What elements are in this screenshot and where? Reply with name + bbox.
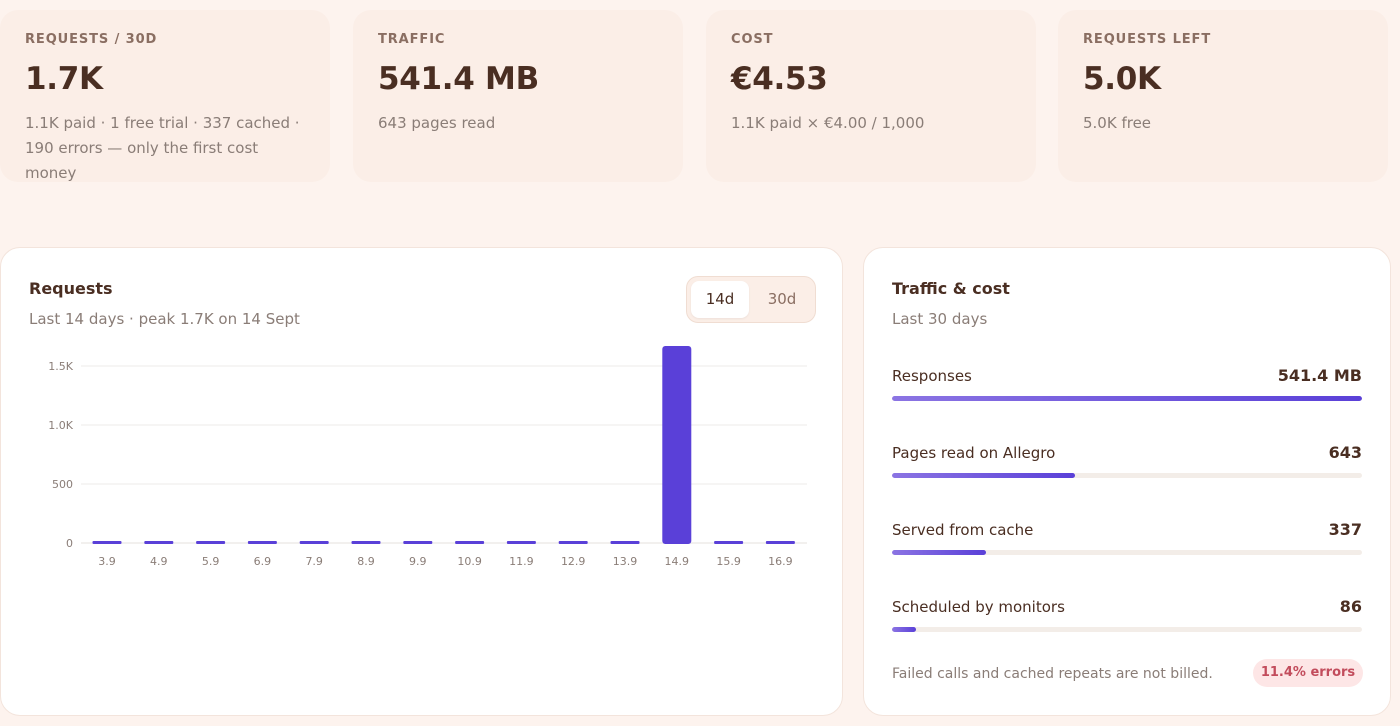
- y-tick-label: 500: [52, 478, 73, 491]
- stat-card-cost: COST €4.53 1.1K paid × €4.00 / 1,000: [706, 10, 1036, 182]
- stat-value: 1.7K: [25, 61, 103, 97]
- x-tick-label: 9.9: [409, 555, 427, 568]
- x-tick-label: 6.9: [254, 555, 272, 568]
- stat-note-line: 190 errors — only the first cost money: [25, 139, 259, 182]
- x-tick-label: 16.9: [768, 555, 793, 568]
- panel-title: Traffic & cost: [892, 279, 1010, 298]
- chart-bar: [299, 541, 329, 544]
- x-tick-label: 10.9: [457, 555, 482, 568]
- x-tick-label: 8.9: [357, 555, 375, 568]
- x-tick-label: 7.9: [305, 555, 323, 568]
- metric-bar-fill: [892, 396, 1362, 401]
- metric-label: Served from cache: [892, 521, 1034, 539]
- stat-label: TRAFFIC: [378, 32, 446, 47]
- stat-card-requests: REQUESTS / 30D 1.7K 1.1K paid · 1 free t…: [0, 10, 330, 182]
- x-tick-label: 11.9: [509, 555, 534, 568]
- error-rate-badge: 11.4% errors: [1253, 659, 1363, 687]
- metric-bar-fill: [892, 473, 1076, 478]
- metric-bar: [892, 396, 1362, 401]
- chart-bar: [714, 541, 744, 544]
- metric-value: 337: [1328, 520, 1362, 539]
- chart-bar: [506, 541, 536, 544]
- metric-pages-read: Pages read on Allegro 643: [892, 443, 1362, 504]
- metric-bar-fill: [892, 627, 916, 632]
- chart-bar: [455, 541, 485, 544]
- stat-value: €4.53: [731, 61, 828, 97]
- stat-note-line: 643 pages read: [378, 114, 496, 132]
- x-tick-label: 12.9: [561, 555, 586, 568]
- metric-bar-fill: [892, 550, 986, 555]
- y-tick-label: 1.0K: [48, 419, 73, 432]
- stat-label: COST: [731, 32, 774, 47]
- stat-note: 1.1K paid × €4.00 / 1,000: [731, 111, 1011, 136]
- chart-bar: [662, 345, 692, 544]
- metric-value: 541.4 MB: [1277, 366, 1362, 385]
- range-30d-button[interactable]: 30d: [753, 281, 811, 318]
- billing-footnote: Failed calls and cached repeats are not …: [892, 666, 1213, 682]
- stat-note-line: 5.0K free: [1083, 114, 1152, 132]
- chart-bar: [558, 541, 588, 544]
- panel-subtitle: Last 14 days · peak 1.7K on 14 Sept: [29, 310, 300, 328]
- x-tick-label: 13.9: [613, 555, 638, 568]
- x-tick-label: 3.9: [98, 555, 116, 568]
- stat-label: REQUESTS LEFT: [1083, 32, 1212, 47]
- stat-note: 5.0K free: [1083, 111, 1363, 136]
- y-tick-label: 1.5K: [48, 360, 73, 373]
- metric-responses: Responses 541.4 MB: [892, 366, 1362, 427]
- chart-bar: [196, 541, 226, 544]
- range-toggle: 14d 30d: [686, 276, 816, 323]
- panel-subtitle: Last 30 days: [892, 310, 988, 328]
- requests-panel: 0 500 1.0K 1.5K 3.9 4.9 5.9 6.9 7.9 8.9 9.9 10.9 11.…: [0, 247, 843, 716]
- chart-bar: [247, 541, 277, 544]
- y-tick-label: 0: [66, 537, 73, 550]
- traffic-cost-panel: Traffic & cost Last 30 days Responses 54…: [863, 247, 1391, 716]
- stat-card-traffic: TRAFFIC 541.4 MB 643 pages read: [353, 10, 683, 182]
- panel-title: Requests: [29, 279, 113, 298]
- stat-value: 5.0K: [1083, 61, 1161, 97]
- metric-bar: [892, 473, 1362, 478]
- range-14d-button[interactable]: 14d: [691, 281, 749, 318]
- chart-bar: [92, 541, 122, 544]
- chart-bar: [765, 541, 795, 544]
- x-tick-label: 4.9: [150, 555, 168, 568]
- metric-bar: [892, 550, 1362, 555]
- metric-label: Pages read on Allegro: [892, 444, 1056, 462]
- stat-label: REQUESTS / 30D: [25, 32, 158, 47]
- chart-bar: [144, 541, 174, 544]
- chart-bar: [351, 541, 381, 544]
- metric-served-from-cache: Served from cache 337: [892, 520, 1362, 581]
- metric-scheduled-by-monitors: Scheduled by monitors 86: [892, 597, 1362, 658]
- stat-note-line: 1.1K paid × €4.00 / 1,000: [731, 114, 925, 132]
- metric-value: 86: [1339, 597, 1362, 616]
- chart-bar: [610, 541, 640, 544]
- metric-label: Responses: [892, 367, 972, 385]
- stat-note-line: 1.1K paid · 1 free trial · 337 cached ·: [25, 114, 300, 132]
- x-tick-label: 14.9: [665, 555, 690, 568]
- metric-bar: [892, 627, 1362, 632]
- stat-note: 1.1K paid · 1 free trial · 337 cached · …: [25, 111, 305, 186]
- x-tick-label: 15.9: [716, 555, 741, 568]
- stat-card-requests-left: REQUESTS LEFT 5.0K 5.0K free: [1058, 10, 1388, 182]
- metric-label: Scheduled by monitors: [892, 598, 1065, 616]
- stat-note: 643 pages read: [378, 111, 658, 136]
- metric-value: 643: [1328, 443, 1362, 462]
- stat-value: 541.4 MB: [378, 61, 539, 97]
- x-tick-label: 5.9: [202, 555, 220, 568]
- chart-bar: [403, 541, 433, 544]
